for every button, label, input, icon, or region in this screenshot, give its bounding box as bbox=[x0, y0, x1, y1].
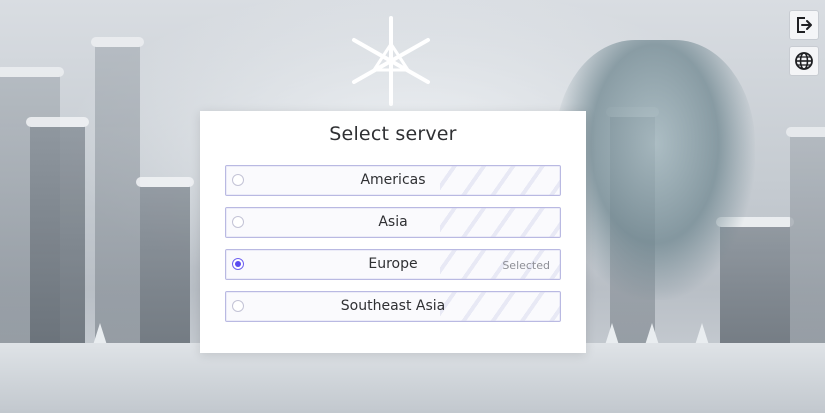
server-option-americas[interactable]: Americas bbox=[225, 165, 561, 196]
server-option-label: Americas bbox=[360, 172, 426, 188]
game-emblem-icon bbox=[352, 16, 430, 106]
logout-icon bbox=[797, 17, 812, 33]
dialog-title: Select server bbox=[329, 123, 457, 145]
server-option-asia[interactable]: Asia bbox=[225, 207, 561, 238]
server-option-label: Southeast Asia bbox=[340, 298, 446, 314]
server-option-label: Asia bbox=[378, 214, 408, 230]
building bbox=[26, 117, 89, 373]
globe-icon bbox=[795, 52, 813, 70]
server-option-southeast-asia[interactable]: Southeast Asia bbox=[225, 291, 561, 322]
snow-ground bbox=[0, 343, 825, 413]
building bbox=[786, 127, 825, 373]
language-button[interactable] bbox=[789, 46, 819, 76]
server-option-status: Selected bbox=[502, 259, 550, 272]
server-list: Americas Asia Europe Selected Southeast … bbox=[225, 165, 561, 333]
logout-button[interactable] bbox=[789, 10, 819, 40]
server-option-europe[interactable]: Europe Selected bbox=[225, 249, 561, 280]
server-select-dialog: Select server Americas Asia Europe Selec… bbox=[200, 111, 586, 353]
